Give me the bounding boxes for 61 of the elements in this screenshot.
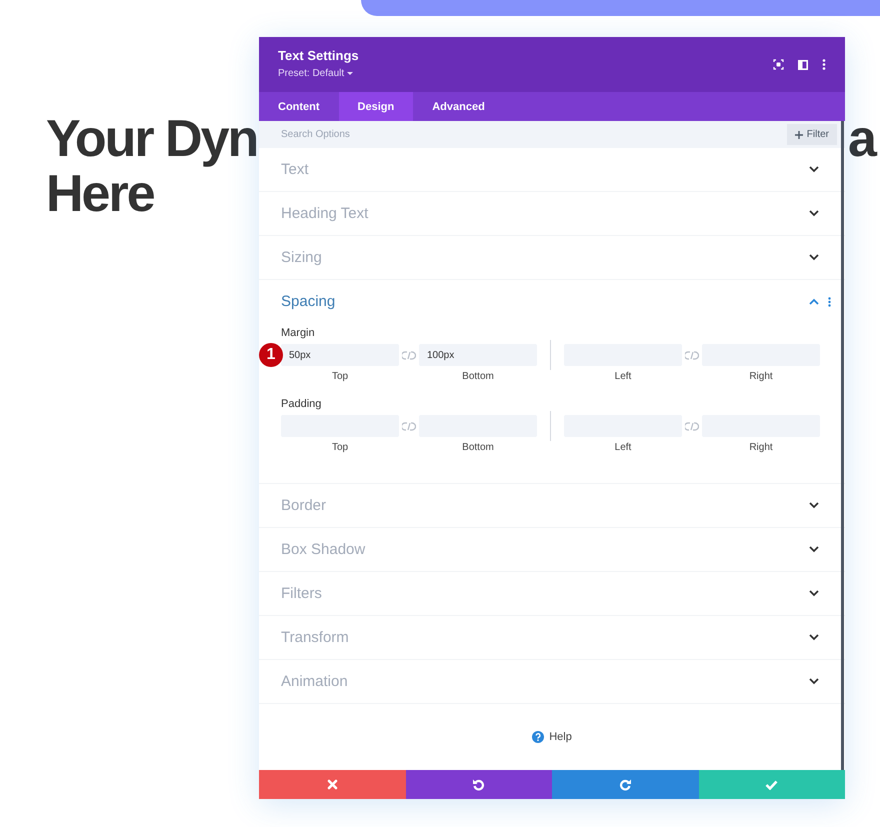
undo-button[interactable] (406, 770, 552, 799)
field-label: Top (332, 371, 348, 382)
chevron-down-icon[interactable] (809, 590, 819, 597)
help-icon (532, 731, 544, 743)
field-label: Bottom (462, 371, 494, 382)
field-label: Top (332, 442, 348, 453)
field-label: Left (614, 442, 632, 453)
section-title[interactable]: Heading Text (281, 205, 368, 222)
chevron-down-icon[interactable] (809, 678, 819, 685)
undo-icon (472, 778, 486, 791)
page-heading: Here (46, 167, 154, 222)
caret-icon (347, 72, 354, 76)
redo-button[interactable] (552, 770, 698, 799)
split-view-icon[interactable] (798, 60, 808, 70)
field-label: Left (614, 371, 632, 382)
help-link[interactable]: Help (526, 730, 578, 744)
step-badge: 1 (259, 343, 283, 367)
field-label: Right (749, 371, 773, 382)
section-title[interactable]: Text (281, 161, 309, 178)
section-title[interactable]: Animation (281, 673, 348, 690)
redo-icon (618, 778, 632, 791)
section-title[interactable]: Transform (281, 629, 349, 646)
close-icon (326, 779, 338, 790)
modal-title: Text Settings (278, 48, 359, 63)
section-title[interactable]: Box Shadow (281, 541, 366, 558)
plus-icon (794, 130, 803, 138)
save-button[interactable] (698, 770, 845, 799)
chevron-down-icon[interactable] (809, 210, 819, 217)
page-heading-fragment: a (848, 112, 877, 167)
more-options-icon[interactable] (828, 296, 831, 306)
tab[interactable]: Advanced (413, 92, 504, 121)
link-icon[interactable] (685, 422, 699, 431)
check-icon (765, 780, 778, 790)
input-field[interactable]: 100px (419, 344, 537, 366)
section-title[interactable]: Sizing (281, 249, 322, 266)
section-title[interactable]: Filters (281, 585, 322, 602)
filter-button[interactable]: Filter (786, 124, 837, 145)
chevron-down-icon[interactable] (809, 546, 819, 553)
chevron-up-icon[interactable] (809, 298, 819, 305)
preset-dropdown[interactable]: Preset: Default (278, 68, 354, 79)
chevron-down-icon[interactable] (809, 254, 819, 261)
tab[interactable]: Content (259, 92, 339, 121)
page-heading: Your Dyn (46, 112, 258, 167)
link-icon[interactable] (685, 351, 699, 360)
chevron-down-icon[interactable] (809, 634, 819, 641)
section-title[interactable]: Border (281, 497, 326, 514)
field-group-label: Padding (281, 398, 322, 410)
chevron-down-icon[interactable] (809, 502, 819, 509)
field-label: Right (749, 442, 773, 453)
fullscreen-icon[interactable] (773, 59, 784, 70)
field-label: Bottom (462, 442, 494, 453)
link-icon[interactable] (402, 351, 416, 360)
chevron-down-icon[interactable] (809, 166, 819, 173)
input-field[interactable]: 50px (281, 344, 399, 366)
search-field[interactable]: Search Options (281, 129, 581, 140)
field-group-label: Margin (281, 327, 316, 339)
link-icon[interactable] (402, 422, 416, 431)
cancel-button[interactable] (259, 770, 406, 799)
more-options-icon[interactable] (822, 59, 826, 70)
tab[interactable]: Design (338, 92, 414, 121)
section-title[interactable]: Spacing (281, 293, 336, 310)
